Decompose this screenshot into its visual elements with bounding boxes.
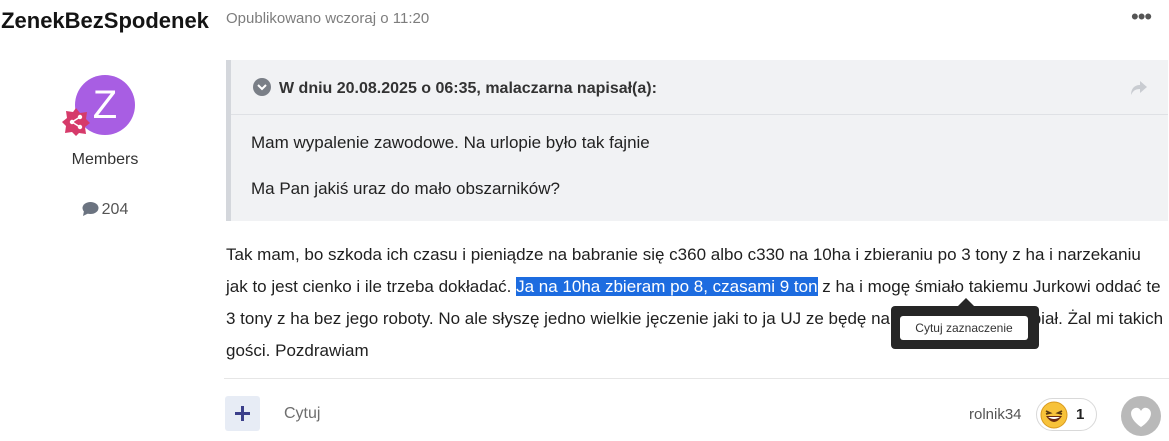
quote-divider <box>231 114 1168 115</box>
author-name[interactable]: ZenekBezSpodenek <box>0 6 210 35</box>
reactor-name[interactable]: rolnik34 <box>969 406 1022 423</box>
reaction-pill[interactable]: 1 <box>1036 398 1097 431</box>
quote-line: Ma Pan jakiś uraz do mało obszarników? <box>251 179 560 198</box>
member-group-label: Members <box>71 151 139 168</box>
rank-badge-icon <box>62 108 90 136</box>
footer-divider <box>224 378 1169 379</box>
chevron-down-icon[interactable] <box>253 78 271 96</box>
quote-selection-button[interactable]: Cytuj zaznaczenie <box>900 316 1028 340</box>
quote-header[interactable]: W dniu 20.08.2025 o 06:35, malaczarna na… <box>231 60 1168 115</box>
plus-icon <box>235 406 250 421</box>
quote-block: W dniu 20.08.2025 o 06:35, malaczarna na… <box>226 60 1168 221</box>
multiquote-button[interactable] <box>225 396 260 431</box>
quote-selection-popup: Cytuj zaznaczenie <box>891 306 1039 349</box>
share-icon[interactable] <box>1130 80 1148 96</box>
laughing-emoji-icon <box>1040 401 1068 429</box>
selected-text: Ja na 10ha zbieram po 8, czasami 9 ton <box>516 277 818 296</box>
post-date[interactable]: Opublikowano wczoraj o 11:20 <box>226 10 429 27</box>
reaction-count: 1 <box>1076 406 1085 423</box>
quote-line: Mam wypalenie zawodowe. Na urlopie było … <box>251 133 650 152</box>
post-count: 204 <box>0 201 210 219</box>
quote-attribution: W dniu 20.08.2025 o 06:35, malaczarna na… <box>279 80 657 97</box>
more-options-button[interactable]: ••• <box>1131 4 1152 30</box>
post-count-value: 204 <box>101 201 129 218</box>
like-button[interactable] <box>1121 396 1161 436</box>
quote-button[interactable]: Cytuj <box>284 405 320 423</box>
avatar-wrap[interactable]: Z <box>61 75 136 140</box>
comment-icon <box>82 202 99 216</box>
heart-icon <box>1131 407 1151 427</box>
